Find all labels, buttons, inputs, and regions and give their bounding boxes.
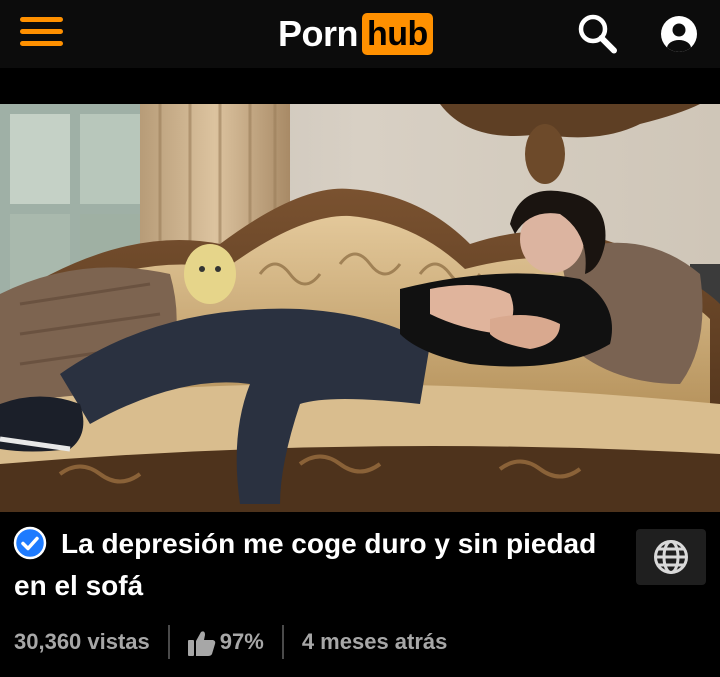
- video-meta: 30,360 vistas 97% 4 meses atrás: [14, 622, 447, 662]
- thumbnail-image: [0, 104, 720, 512]
- video-thumbnail[interactable]: [0, 104, 720, 512]
- hamburger-menu-icon[interactable]: [20, 17, 63, 47]
- upload-age: 4 meses atrás: [301, 629, 448, 654]
- meta-divider: [167, 625, 170, 659]
- rating: 97%: [187, 629, 264, 656]
- rating-percent: 97%: [219, 629, 264, 654]
- search-icon[interactable]: [575, 12, 619, 56]
- logo-text-hub: hub: [362, 13, 433, 55]
- site-logo[interactable]: Porn hub: [278, 12, 433, 56]
- thumbs-up-icon: [187, 631, 216, 656]
- logo-text-porn: Porn: [278, 13, 359, 54]
- user-account-icon[interactable]: [659, 14, 699, 54]
- globe-icon: [654, 540, 688, 574]
- language-button[interactable]: [636, 529, 706, 585]
- top-header: Porn hub: [0, 0, 720, 68]
- view-count: 30,360 vistas: [14, 629, 150, 654]
- video-title[interactable]: La depresión me coge duro y sin piedad e…: [14, 523, 614, 607]
- meta-divider: [281, 625, 284, 659]
